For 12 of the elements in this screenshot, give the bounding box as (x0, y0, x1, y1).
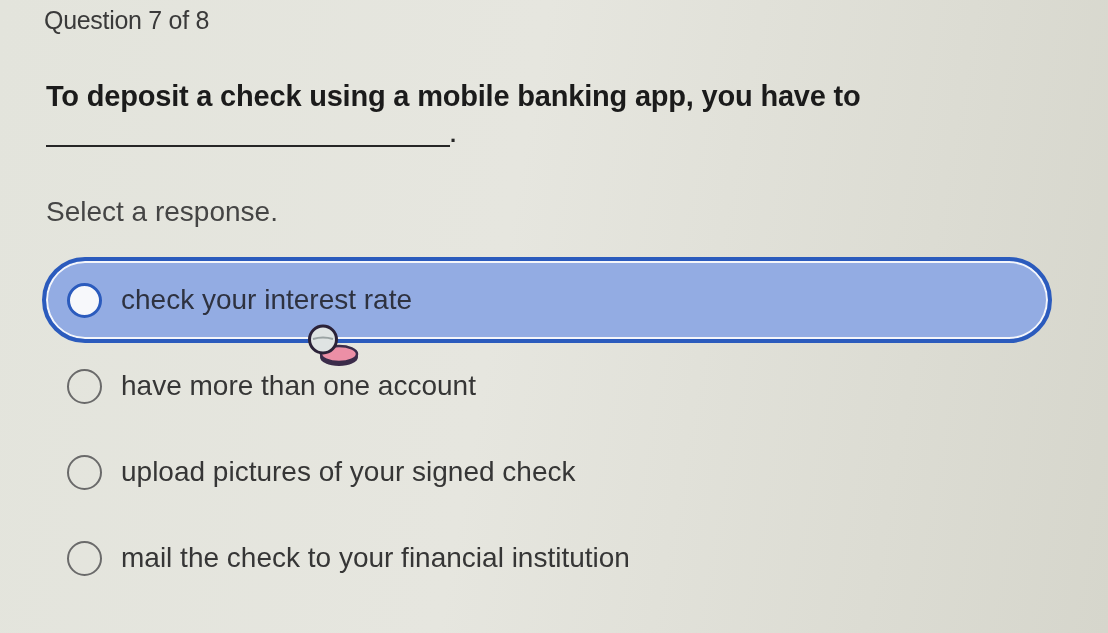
radio-button[interactable] (67, 454, 102, 490)
answer-option[interactable]: upload pictures of your signed check (42, 454, 576, 490)
question-heading: Question 7 of 8 (44, 5, 210, 35)
instruction-text: Select a response. (46, 195, 278, 229)
sentence-period: . (450, 123, 457, 147)
question-text: To deposit a check using a mobile banking app, you have to (46, 79, 861, 113)
radio-button[interactable] (67, 368, 102, 404)
answer-option[interactable]: mail the check to your financial institution (42, 540, 630, 576)
answer-option[interactable]: have more than one account (42, 368, 476, 404)
radio-button[interactable] (67, 540, 102, 576)
radio-button[interactable] (67, 282, 102, 318)
answer-option[interactable]: check your interest rate (42, 257, 1052, 343)
